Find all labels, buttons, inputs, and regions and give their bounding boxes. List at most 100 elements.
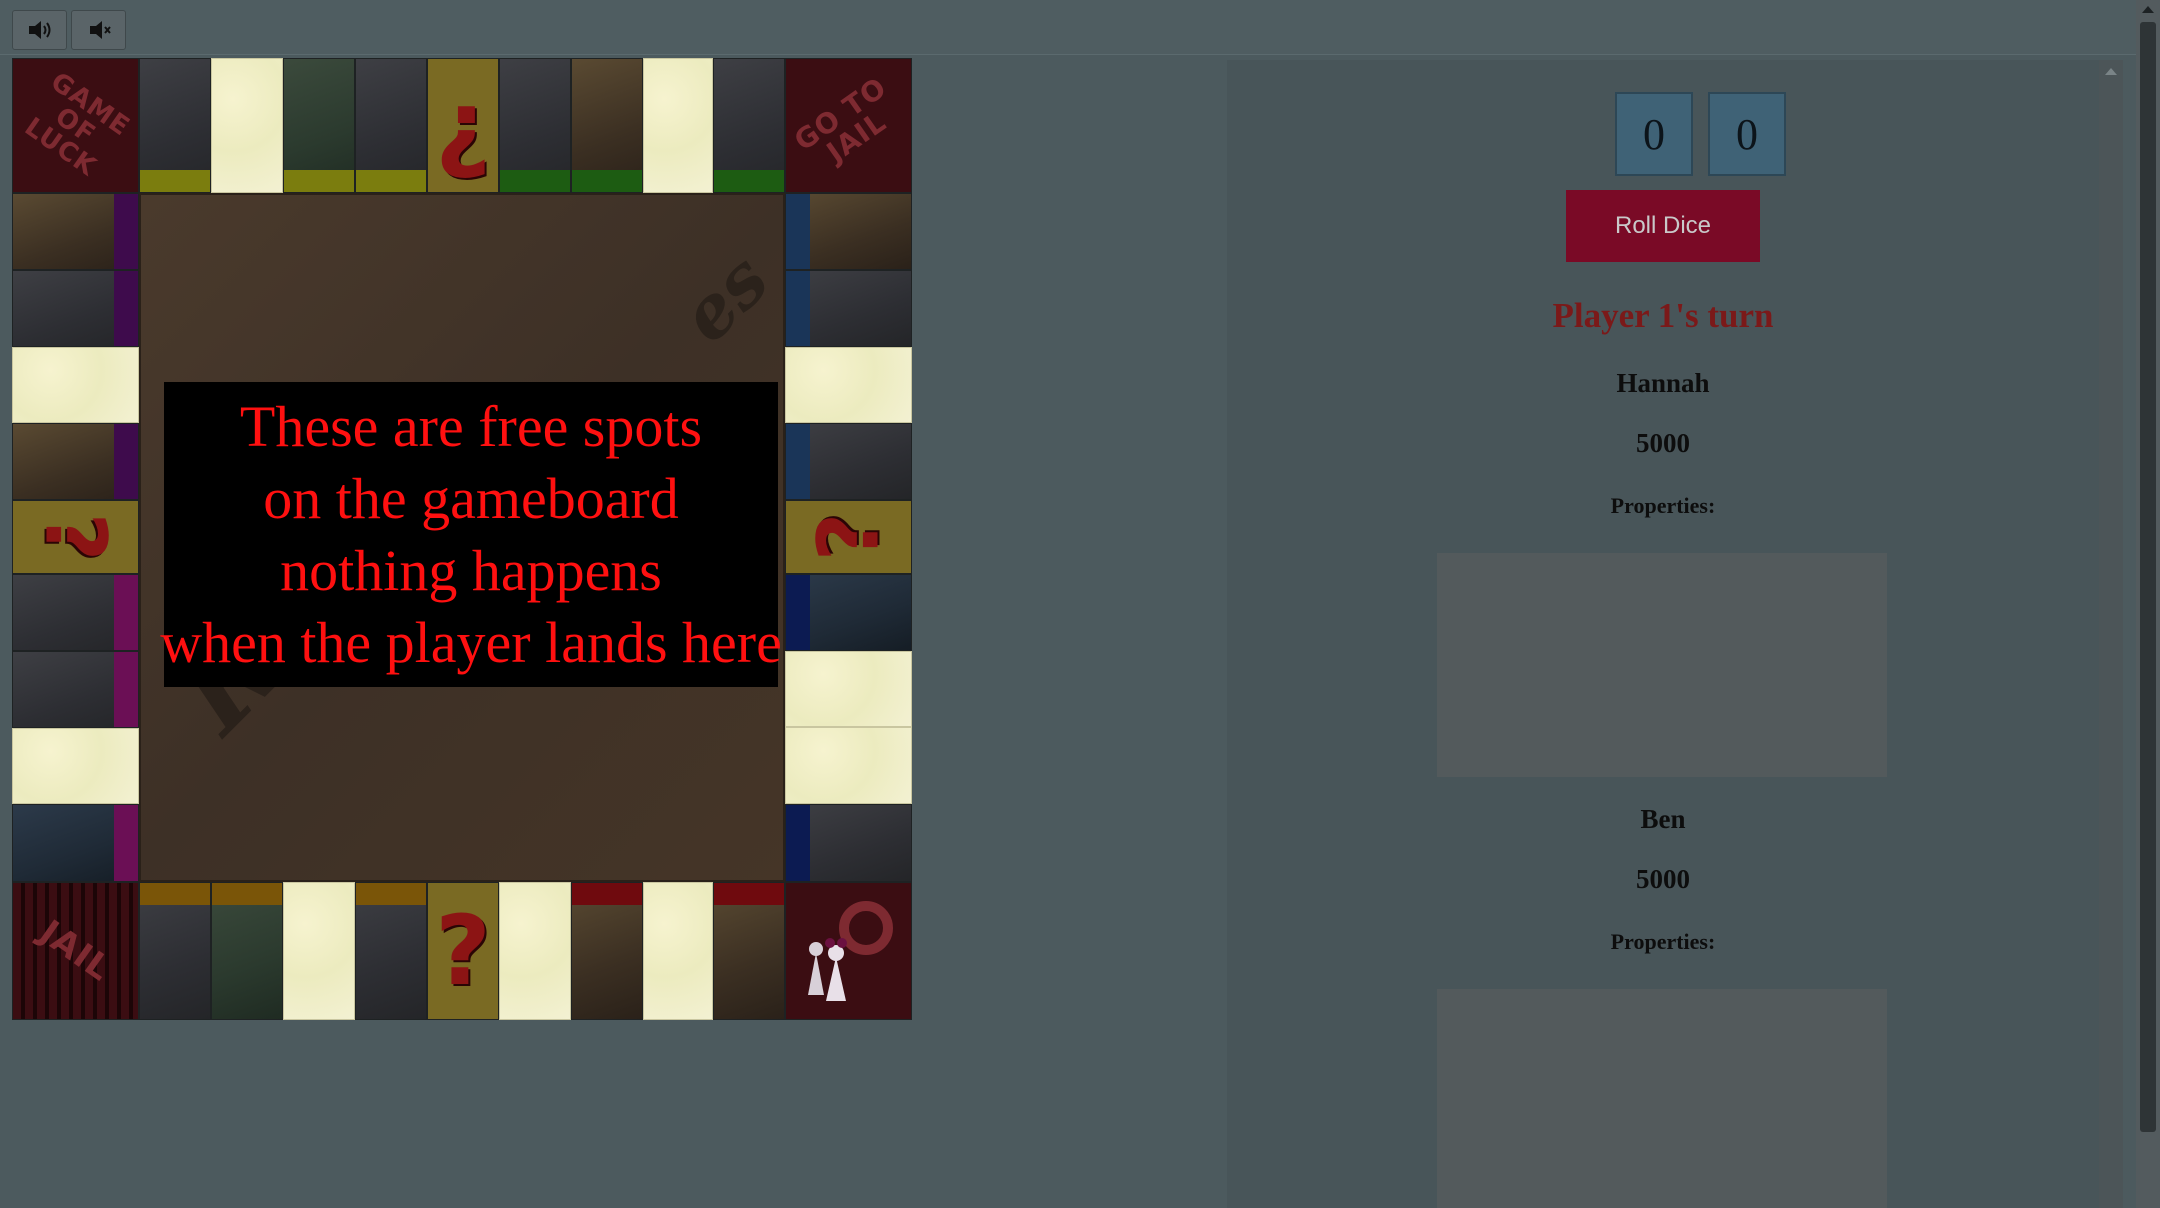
space-bottom-7[interactable]: [571, 882, 643, 1020]
scroll-up-arrow-icon[interactable]: [2142, 6, 2154, 13]
space-right-1[interactable]: [785, 193, 912, 270]
chance-question-icon: ?: [435, 895, 491, 1007]
player-panel: 0 0 Roll Dice Player 1's turn Hannah 500…: [1227, 60, 2099, 1208]
space-left-9[interactable]: [12, 804, 139, 882]
free-spot-left-1[interactable]: [12, 347, 139, 423]
space-top-1[interactable]: [139, 58, 211, 193]
color-strip: [212, 883, 282, 905]
panel-scrollbar[interactable]: [2099, 60, 2123, 1208]
corner-start[interactable]: [785, 882, 912, 1020]
space-top-7[interactable]: [571, 58, 643, 193]
toolbar: [0, 0, 2136, 55]
player-money: 5000: [1636, 864, 1690, 894]
space-left-2[interactable]: [12, 270, 139, 347]
pawns-start-icon: [808, 901, 893, 1001]
color-strip: [786, 424, 810, 499]
free-spot-right-3[interactable]: [785, 727, 912, 804]
space-right-9[interactable]: [785, 804, 912, 882]
free-spot-left-2[interactable]: [12, 728, 139, 804]
color-strip: [714, 170, 784, 192]
popup-line-3: nothing happens: [280, 537, 662, 603]
game-board: GAME OF LUCK GO TO JAIL JAIL ¿ ? ? ? es …: [12, 58, 912, 1020]
space-top-6[interactable]: [499, 58, 571, 193]
scroll-up-arrow-icon[interactable]: [2105, 68, 2117, 75]
player-name: Ben: [1640, 804, 1686, 834]
space-bottom-4[interactable]: [355, 882, 427, 1020]
speaker-on-icon: [28, 21, 50, 39]
space-bottom-9[interactable]: [713, 882, 785, 1020]
free-spot-right-2[interactable]: [785, 651, 912, 727]
color-strip: [114, 194, 138, 269]
color-strip: [500, 170, 570, 192]
space-top-3[interactable]: [283, 58, 355, 193]
popup-line-4: when the player lands here: [160, 609, 782, 675]
player-money: 5000: [1636, 428, 1690, 458]
popup-line-1: These are free spots: [239, 393, 703, 459]
color-strip: [140, 883, 210, 905]
scrollbar-thumb[interactable]: [2140, 22, 2156, 1132]
color-strip: [572, 170, 642, 192]
space-left-6[interactable]: [12, 574, 139, 651]
chance-question-icon: ¿: [435, 69, 491, 182]
color-strip: [786, 805, 810, 881]
color-strip: [786, 194, 810, 269]
color-strip: [786, 575, 810, 650]
free-spot-bottom-1[interactable]: [283, 882, 355, 1020]
color-strip: [140, 170, 210, 192]
properties-list: [1437, 989, 1887, 1208]
chance-question-icon: ?: [799, 512, 898, 562]
page-scrollbar[interactable]: [2136, 0, 2160, 1208]
properties-list: [1437, 553, 1887, 777]
speaker-mute-icon: [89, 21, 111, 39]
color-strip: [114, 652, 138, 727]
corner-jail[interactable]: JAIL: [12, 882, 139, 1020]
color-strip: [114, 805, 138, 881]
corner-go-to-jail-label: GO TO JAIL: [787, 70, 893, 169]
corner-jail-label: JAIL: [32, 912, 119, 990]
space-bottom-1[interactable]: [139, 882, 211, 1020]
info-popup: These are free spots on the gameboard no…: [160, 382, 782, 687]
free-spot-right-1[interactable]: [785, 347, 912, 423]
chance-space-top[interactable]: ¿: [427, 58, 499, 193]
corner-game-of-luck[interactable]: GAME OF LUCK: [12, 58, 139, 193]
color-strip: [284, 170, 354, 192]
popup-line-2: on the gameboard: [263, 465, 679, 531]
board-logo-word-2: es: [663, 236, 785, 359]
free-spot-bottom-3[interactable]: [643, 882, 713, 1020]
space-bottom-2[interactable]: [211, 882, 283, 1020]
sound-mute-button[interactable]: [71, 10, 126, 50]
properties-label: Properties:: [1610, 929, 1716, 954]
corner-game-of-luck-label: GAME OF LUCK: [19, 66, 136, 183]
free-spot-top-1[interactable]: [211, 58, 283, 193]
free-spot-bottom-2[interactable]: [499, 882, 571, 1020]
color-strip: [114, 424, 138, 499]
properties-label: Properties:: [1610, 493, 1716, 518]
corner-go-to-jail[interactable]: GO TO JAIL: [785, 58, 912, 193]
space-right-6[interactable]: [785, 574, 912, 651]
chance-space-left[interactable]: ?: [12, 500, 139, 574]
die-1: 0: [1615, 92, 1693, 176]
die-2: 0: [1708, 92, 1786, 176]
free-spot-top-2[interactable]: [643, 58, 713, 193]
color-strip: [114, 575, 138, 650]
sound-on-button[interactable]: [12, 10, 67, 50]
space-right-2[interactable]: [785, 270, 912, 347]
chance-space-right[interactable]: ?: [785, 500, 912, 574]
roll-dice-button[interactable]: Roll Dice: [1566, 190, 1760, 262]
space-right-4[interactable]: [785, 423, 912, 500]
color-strip: [356, 170, 426, 192]
turn-indicator: Player 1's turn: [1552, 296, 1774, 335]
chance-question-icon: ?: [26, 512, 125, 562]
space-top-9[interactable]: [713, 58, 785, 193]
color-strip: [114, 271, 138, 346]
space-left-4[interactable]: [12, 423, 139, 500]
chance-space-bottom[interactable]: ?: [427, 882, 499, 1020]
color-strip: [356, 883, 426, 905]
color-strip: [714, 883, 784, 905]
color-strip: [572, 883, 642, 905]
space-left-1[interactable]: [12, 193, 139, 270]
color-strip: [786, 271, 810, 346]
space-left-7[interactable]: [12, 651, 139, 728]
player-name: Hannah: [1616, 368, 1710, 398]
space-top-4[interactable]: [355, 58, 427, 193]
